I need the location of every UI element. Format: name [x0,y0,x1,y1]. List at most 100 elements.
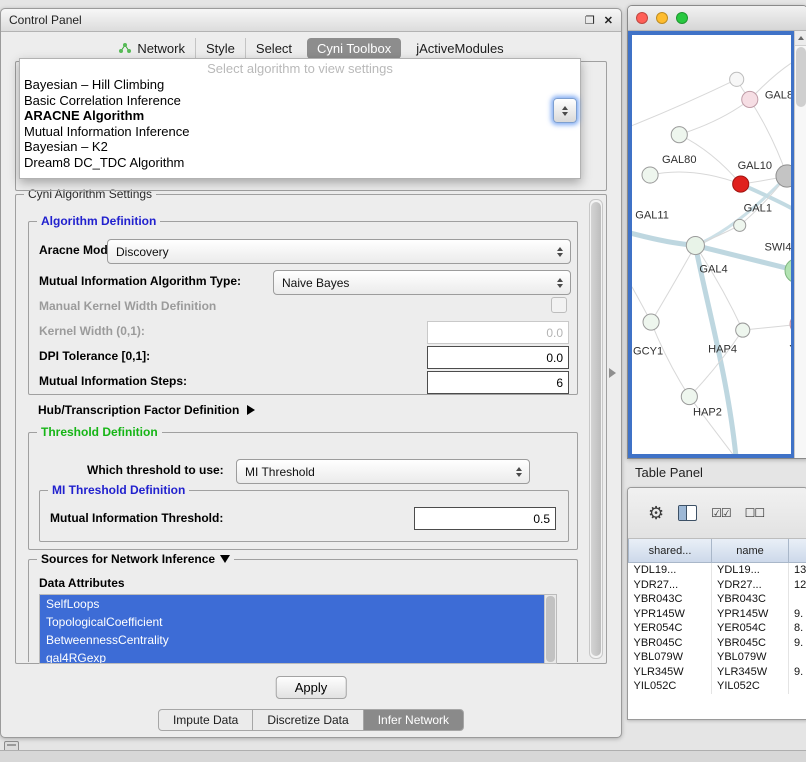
hub-definition-toggle[interactable]: Hub/Transcription Factor Definition [38,403,255,417]
table-row[interactable]: YPR145WYPR145W9. [629,607,806,622]
algorithm-option-bayesian-hill-climbing[interactable]: Bayesian – Hill Climbing [20,77,580,93]
cell[interactable]: 9. [789,636,806,651]
close-traffic-light[interactable] [636,12,648,24]
column-header-name[interactable]: name [712,539,789,563]
cell[interactable]: YBR045C [712,636,789,651]
table-row[interactable]: YDL19...YDL19...13 [629,563,806,578]
network-node-green-right[interactable] [785,259,791,283]
gear-icon[interactable]: ⚙ [648,504,664,522]
network-scrollbar-thumb[interactable] [796,47,806,107]
mi-type-value: Naive Bayes [274,276,552,290]
cell[interactable]: YBL079W [712,650,789,665]
cell[interactable]: YIL052C [629,679,712,694]
cell[interactable]: 12 [789,578,806,593]
aracne-mode-combo[interactable]: Discovery [107,239,571,264]
network-node-gal1[interactable] [734,219,746,231]
cell[interactable]: YIL052C [712,679,789,694]
scrollbar-up-button[interactable] [795,31,806,46]
tab-impute-data[interactable]: Impute Data [158,709,253,731]
cell[interactable]: 13 [789,563,806,578]
cell[interactable] [789,592,806,607]
table-row[interactable]: YBR045CYBR045C9. [629,636,806,651]
mi-steps-field[interactable]: 6 [427,371,569,394]
zoom-traffic-light[interactable] [676,12,688,24]
network-node-gal4-hub[interactable] [686,236,704,254]
cell[interactable]: 8. [789,621,806,636]
tab-style[interactable]: Style [195,38,245,59]
mi-type-combo[interactable]: Naive Bayes [273,270,571,295]
manual-kernel-checkbox[interactable] [551,297,567,313]
cell[interactable]: YDL19... [629,563,712,578]
tab-discretize-data[interactable]: Discretize Data [252,709,363,731]
algorithm-option-dream8[interactable]: Dream8 DC_TDC Algorithm [20,155,580,171]
close-icon[interactable]: ✕ [604,14,613,27]
network-node-pale-top[interactable] [730,72,744,86]
algorithm-option-bayesian-k2[interactable]: Bayesian – K2 [20,139,580,155]
network-canvas[interactable]: GAL8 GAL80 GAL10 GAL11 GAL1 SWI4 GAL4 GC… [628,31,795,458]
cell[interactable] [789,650,806,665]
float-window-icon[interactable]: ❐ [585,14,595,27]
table-row[interactable]: YER054CYER054C8. [629,621,806,636]
network-node-left[interactable] [642,167,658,183]
attr-item-betweennesscentrality[interactable]: BetweennessCentrality [40,631,556,649]
cell[interactable]: 9. [789,665,806,680]
network-node-gal80[interactable] [671,127,687,143]
cell[interactable]: YPR145W [629,607,712,622]
tab-jactivemodules[interactable]: jActiveModules [406,38,513,59]
cell[interactable]: YPR145W [712,607,789,622]
table-row[interactable]: YLR345WYLR345W9. [629,665,806,680]
tab-cyni-toolbox[interactable]: Cyni Toolbox [307,38,401,59]
data-attributes-scrollbar[interactable] [544,595,556,663]
table-row[interactable]: YBL079WYBL079W [629,650,806,665]
cell[interactable]: YLR345W [712,665,789,680]
minimize-traffic-light[interactable] [656,12,668,24]
mi-threshold-field[interactable]: 0.5 [414,507,556,530]
column-selector-icon[interactable] [678,505,697,521]
table-row[interactable]: YDR27...YDR27...12 [629,578,806,593]
cell[interactable]: YLR345W [629,665,712,680]
cell[interactable] [789,679,806,694]
settings-scrollbar[interactable] [589,199,603,659]
algorithm-option-mutual-information[interactable]: Mutual Information Inference [20,124,580,140]
table-row[interactable]: YBR043CYBR043C [629,592,806,607]
tab-network[interactable]: Network [108,38,195,59]
settings-scrollbar-thumb[interactable] [591,202,601,656]
network-vertical-scrollbar[interactable] [794,31,806,458]
cell[interactable]: YER054C [712,621,789,636]
tab-select[interactable]: Select [245,38,302,59]
apply-button[interactable]: Apply [276,676,347,699]
cell[interactable]: YBR045C [629,636,712,651]
column-header-clipped[interactable] [789,539,806,563]
data-attributes-scrollbar-thumb[interactable] [546,596,555,662]
dpi-tolerance-field[interactable]: 0.0 [427,346,569,369]
attr-item-gal4rgexp[interactable]: gal4RGexp [40,649,556,664]
cell[interactable]: YBL079W [629,650,712,665]
algorithm-combo-arrow-button[interactable] [553,98,577,123]
algorithm-option-basic-correlation[interactable]: Basic Correlation Inference [20,93,580,109]
which-threshold-combo[interactable]: MI Threshold [236,459,530,484]
table-row[interactable]: YIL052CYIL052C [629,679,806,694]
cell[interactable]: YDL19... [712,563,789,578]
tab-infer-network[interactable]: Infer Network [363,709,464,731]
column-header-shared-name[interactable]: shared... [629,539,712,563]
network-node-hap4[interactable] [736,323,750,337]
panel-splitter-arrow[interactable] [609,368,616,378]
cell[interactable]: YDR27... [712,578,789,593]
cell[interactable]: YBR043C [629,592,712,607]
network-node-pink-right[interactable] [790,314,791,334]
unselect-all-icon[interactable]: ☐☐ [745,506,765,520]
combo-down-arrow-icon [562,112,568,116]
cell[interactable]: YBR043C [712,592,789,607]
network-node-gcy1[interactable] [643,314,659,330]
attr-item-selfloops[interactable]: SelfLoops [40,595,556,613]
network-node-hap2[interactable] [681,389,697,405]
sources-title[interactable]: Sources for Network Inference [37,552,234,566]
network-node-red-gal10[interactable] [733,176,749,192]
attr-item-topologicalcoefficient[interactable]: TopologicalCoefficient [40,613,556,631]
cell[interactable]: YDR27... [629,578,712,593]
select-all-icon[interactable]: ☑☑ [711,506,731,520]
algorithm-option-aracne[interactable]: ARACNE Algorithm [20,108,580,124]
cell[interactable]: 9. [789,607,806,622]
network-node-pink-top[interactable] [742,91,758,107]
cell[interactable]: YER054C [629,621,712,636]
